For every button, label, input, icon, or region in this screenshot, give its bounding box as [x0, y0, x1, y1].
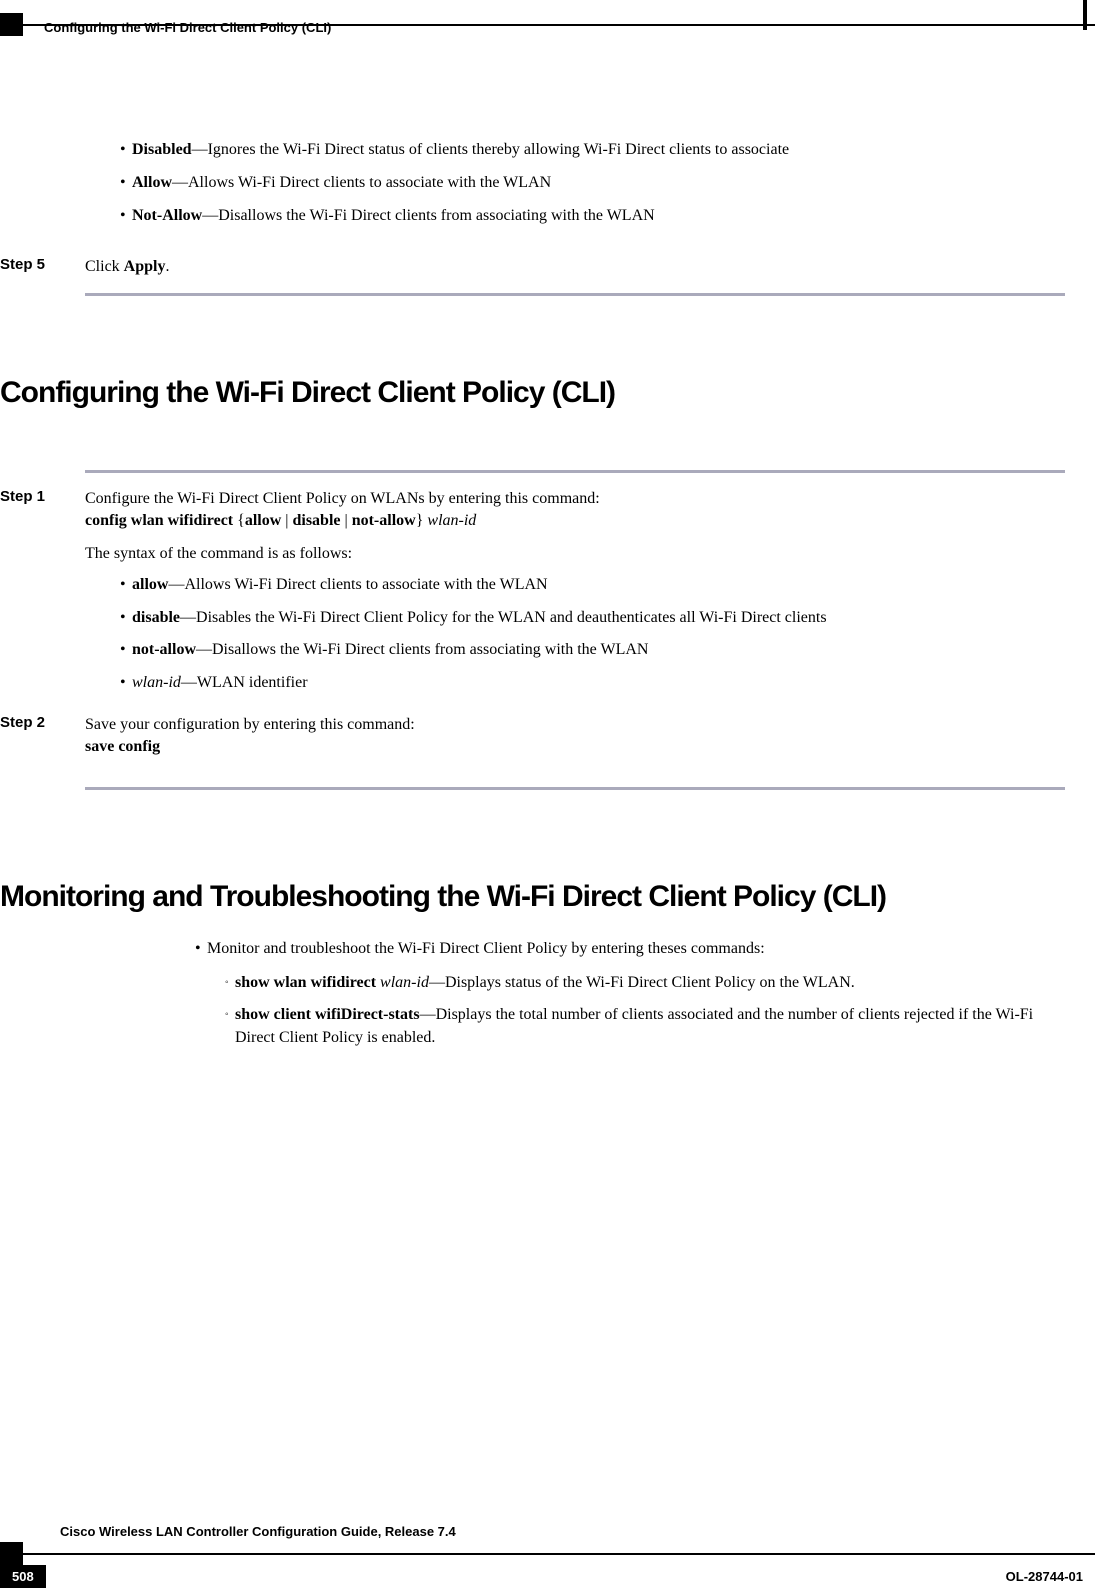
footer-rule-row: [0, 1542, 1095, 1565]
bullet-text: show client wifiDirect-stats—Displays th…: [235, 1004, 1065, 1049]
sub-bullet-icon: ◦: [225, 972, 235, 994]
prev-bullet-list: • Disabled—Ignores the Wi-Fi Direct stat…: [120, 140, 1065, 226]
section-start-rule: [85, 470, 1065, 473]
sub-bullet-icon: ◦: [225, 1004, 235, 1049]
footer-bottom-row: 508 OL-28744-01: [0, 1565, 1095, 1588]
bullet-text: Monitor and troubleshoot the Wi-Fi Direc…: [207, 939, 1065, 960]
list-item: • Allow—Allows Wi-Fi Direct clients to a…: [120, 173, 1065, 194]
step-5-label: Step 5: [0, 256, 85, 278]
list-item: ◦ show wlan wifidirect wlan-id—Displays …: [225, 972, 1065, 994]
step-5-body: Click Apply.: [85, 256, 1065, 278]
list-item: • Disabled—Ignores the Wi-Fi Direct stat…: [120, 140, 1065, 161]
header-square-icon: [0, 13, 23, 36]
bullet-text: show wlan wifidirect wlan-id—Displays st…: [235, 972, 1065, 994]
bullet-text: disable—Disables the Wi-Fi Direct Client…: [132, 608, 1065, 629]
section-end-rule: [85, 787, 1065, 790]
list-item: ◦ show client wifiDirect-stats—Displays …: [225, 1004, 1065, 1049]
bullet-text: not-allow—Disallows the Wi-Fi Direct cli…: [132, 640, 1065, 661]
bullet-icon: •: [120, 640, 132, 661]
bullet-text: allow—Allows Wi-Fi Direct clients to ass…: [132, 575, 1065, 596]
page-number: 508: [0, 1565, 46, 1588]
syntax-bullet-list: • allow—Allows Wi-Fi Direct clients to a…: [120, 575, 1065, 694]
bullet-text: Disabled—Ignores the Wi-Fi Direct status…: [132, 140, 1065, 161]
section-heading-cli-config: Configuring the Wi-Fi Direct Client Poli…: [0, 376, 1065, 410]
bullet-icon: •: [120, 575, 132, 596]
outer-bullet-list: • Monitor and troubleshoot the Wi-Fi Dir…: [195, 939, 1065, 960]
running-header-text: Configuring the Wi-Fi Direct Client Poli…: [44, 20, 331, 35]
page-footer: Cisco Wireless LAN Controller Configurat…: [0, 1524, 1095, 1588]
bullet-icon: •: [195, 939, 207, 960]
footer-rule: [23, 1553, 1095, 1555]
footer-guide-title: Cisco Wireless LAN Controller Configurat…: [60, 1524, 1095, 1539]
list-item: • wlan-id—WLAN identifier: [120, 673, 1065, 694]
sub-bullet-list: ◦ show wlan wifidirect wlan-id—Displays …: [225, 972, 1065, 1049]
page-content: • Disabled—Ignores the Wi-Fi Direct stat…: [0, 80, 1065, 1059]
step-2-row: Step 2 Save your configuration by enteri…: [0, 714, 1065, 757]
section-heading-monitor: Monitoring and Troubleshooting the Wi-Fi…: [0, 880, 1065, 914]
bullet-icon: •: [120, 173, 132, 194]
bullet-text: Allow—Allows Wi-Fi Direct clients to ass…: [132, 173, 1065, 194]
doc-id: OL-28744-01: [1006, 1565, 1095, 1588]
step-2-body: Save your configuration by entering this…: [85, 714, 1065, 757]
list-item: • disable—Disables the Wi-Fi Direct Clie…: [120, 608, 1065, 629]
step-5-row: Step 5 Click Apply.: [0, 256, 1065, 278]
bullet-text: wlan-id—WLAN identifier: [132, 673, 1065, 694]
bullet-icon: •: [120, 140, 132, 161]
list-item: • Not-Allow—Disallows the Wi-Fi Direct c…: [120, 206, 1065, 227]
bullet-icon: •: [120, 608, 132, 629]
step-1-row: Step 1 Configure the Wi-Fi Direct Client…: [0, 488, 1065, 565]
bullet-icon: •: [120, 673, 132, 694]
step-1-body: Configure the Wi-Fi Direct Client Policy…: [85, 488, 1065, 565]
list-item: • Monitor and troubleshoot the Wi-Fi Dir…: [195, 939, 1065, 960]
footer-square-icon: [0, 1542, 23, 1565]
step-1-label: Step 1: [0, 488, 85, 565]
list-item: • not-allow—Disallows the Wi-Fi Direct c…: [120, 640, 1065, 661]
section-end-rule: [85, 293, 1065, 296]
list-item: • allow—Allows Wi-Fi Direct clients to a…: [120, 575, 1065, 596]
bullet-icon: •: [120, 206, 132, 227]
bullet-text: Not-Allow—Disallows the Wi-Fi Direct cli…: [132, 206, 1065, 227]
step-2-label: Step 2: [0, 714, 85, 757]
